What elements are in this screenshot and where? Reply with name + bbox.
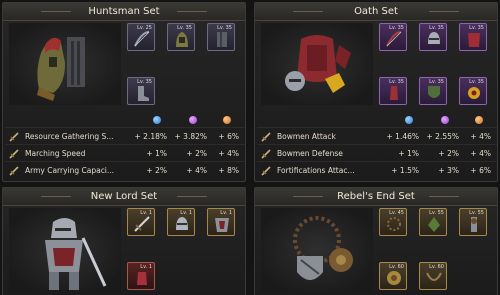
necklace-icon: [426, 272, 442, 281]
set-title: Rebel's End Set: [255, 188, 497, 206]
purple-tier-gem-icon: [189, 116, 197, 124]
stat-value-orange: + 4%: [470, 132, 491, 141]
stat-value-blue: + 2.18%: [134, 132, 168, 141]
bow-icon: [134, 31, 150, 47]
totem-icon: [471, 217, 477, 232]
stat-name: Fortifications Attac...: [277, 166, 355, 175]
shield-icon: [387, 271, 401, 285]
huntsman-set-panel: Huntsman Set Lv. 25 Lv. 35 Lv. 35 Lv. 35: [2, 2, 246, 182]
equipment-slot[interactable]: Lv. 35: [419, 77, 447, 105]
equipment-slot[interactable]: Lv. 25: [127, 23, 155, 51]
equipment-slot[interactable]: Lv. 1: [167, 208, 195, 236]
purple-tier-gem-icon: [441, 116, 449, 124]
oath-set-art: [261, 23, 373, 105]
equipment-slot[interactable]: Lv. 35: [167, 23, 195, 51]
equipment-slot[interactable]: Lv. 60: [419, 262, 447, 290]
set-title: New Lord Set: [3, 188, 245, 206]
armor-icon: [468, 33, 480, 47]
stat-value-blue: + 1.46%: [386, 132, 420, 141]
set-bonus-stats: Resource Gathering S... + 2.18% + 3.82% …: [5, 113, 245, 178]
amulet-icon: [428, 217, 440, 232]
equipment-slot[interactable]: Lv. 35: [459, 23, 487, 51]
boot-icon: [138, 86, 149, 101]
equipment-slot[interactable]: Lv. 1: [127, 262, 155, 290]
blue-tier-gem-icon: [405, 116, 413, 124]
equipment-slot[interactable]: Lv. 35: [127, 77, 155, 105]
stat-value-orange: + 6%: [470, 166, 491, 175]
gauntlet-icon: [390, 86, 398, 100]
sword-icon: [134, 216, 150, 232]
bow-icon: [386, 31, 402, 47]
stat-value-purple: + 2%: [438, 149, 459, 158]
stat-value-orange: + 6%: [218, 132, 239, 141]
set-title: Oath Set: [255, 3, 497, 21]
sword-icon: [9, 166, 19, 176]
equipment-slot[interactable]: Lv. 1: [207, 208, 235, 236]
new-lord-set-panel: New Lord Set Lv. 1 Lv. 1 Lv. 1 Lv. 1: [2, 187, 246, 295]
tier-markers: [257, 113, 497, 127]
stat-value-purple: + 3.82%: [174, 132, 208, 141]
stat-row: Fortifications Attac... + 1.5% + 3% + 6%: [257, 161, 497, 178]
trinket-icon: [468, 87, 480, 99]
equipment-slot[interactable]: Lv. 55: [419, 208, 447, 236]
stat-value-orange: + 4%: [470, 149, 491, 158]
stat-row: Resource Gathering S... + 2.18% + 3.82% …: [5, 127, 245, 144]
stat-name: Marching Speed: [25, 149, 86, 158]
helmet-icon: [428, 32, 440, 44]
stat-name: Army Carrying Capaci...: [25, 166, 115, 175]
necklace-icon: [387, 217, 401, 231]
helmet-icon: [176, 217, 188, 230]
gauntlet-icon: [137, 272, 147, 285]
orange-tier-gem-icon: [223, 116, 231, 124]
rebels-end-set-art: [261, 208, 373, 292]
stat-name: Bowmen Defense: [277, 149, 343, 158]
oath-set-panel: Oath Set Lv. 35 Lv. 35 Lv. 35 Lv. 35 Lv.…: [254, 2, 498, 182]
hood-icon: [176, 32, 188, 47]
sword-icon: [261, 149, 271, 159]
equipment-slot[interactable]: Lv. 35: [379, 77, 407, 105]
stat-value-orange: + 4%: [218, 149, 239, 158]
set-bonus-stats: Bowmen Attack + 1.46% + 2.55% + 4% Bowme…: [257, 113, 497, 178]
stat-value-purple: + 2%: [186, 149, 207, 158]
equipment-slot[interactable]: Lv. 55: [459, 208, 487, 236]
orange-tier-gem-icon: [475, 116, 483, 124]
armor-icon: [215, 218, 229, 232]
huntsman-set-art: [9, 23, 121, 105]
stat-value-blue: + 1%: [146, 149, 167, 158]
armor-icon: [217, 32, 227, 47]
sword-icon: [261, 166, 271, 176]
set-title: Huntsman Set: [3, 3, 245, 21]
equipment-slot[interactable]: Lv. 35: [459, 77, 487, 105]
stat-value-blue: + 1.5%: [391, 166, 419, 175]
stat-name: Resource Gathering S...: [25, 132, 114, 141]
stat-row: Marching Speed + 1% + 2% + 4%: [5, 144, 245, 161]
new-lord-set-art: [9, 208, 121, 292]
stat-row: Army Carrying Capaci... + 2% + 4% + 8%: [5, 161, 245, 178]
tier-markers: [5, 113, 245, 127]
equipment-slot[interactable]: Lv. 35: [207, 23, 235, 51]
stat-value-purple: + 3%: [438, 166, 459, 175]
stat-value-orange: + 8%: [218, 166, 239, 175]
equipment-slot[interactable]: Lv. 1: [127, 208, 155, 236]
stat-row: Bowmen Attack + 1.46% + 2.55% + 4%: [257, 127, 497, 144]
equipment-slot[interactable]: Lv. 60: [379, 262, 407, 290]
sword-icon: [9, 149, 19, 159]
stat-value-blue: + 1%: [398, 149, 419, 158]
blue-tier-gem-icon: [153, 116, 161, 124]
stat-value-blue: + 2%: [146, 166, 167, 175]
sword-icon: [9, 132, 19, 142]
sword-icon: [261, 132, 271, 142]
equipment-slot[interactable]: Lv. 45: [379, 208, 407, 236]
stat-name: Bowmen Attack: [277, 132, 336, 141]
stat-value-purple: + 2.55%: [426, 132, 460, 141]
shield-icon: [428, 86, 440, 98]
stat-value-purple: + 4%: [186, 166, 207, 175]
rebels-end-set-panel: Rebel's End Set Lv. 45 Lv. 55 Lv. 55 Lv.…: [254, 187, 498, 295]
stat-row: Bowmen Defense + 1% + 2% + 4%: [257, 144, 497, 161]
equipment-slot[interactable]: Lv. 35: [379, 23, 407, 51]
equipment-slot[interactable]: Lv. 35: [419, 23, 447, 51]
